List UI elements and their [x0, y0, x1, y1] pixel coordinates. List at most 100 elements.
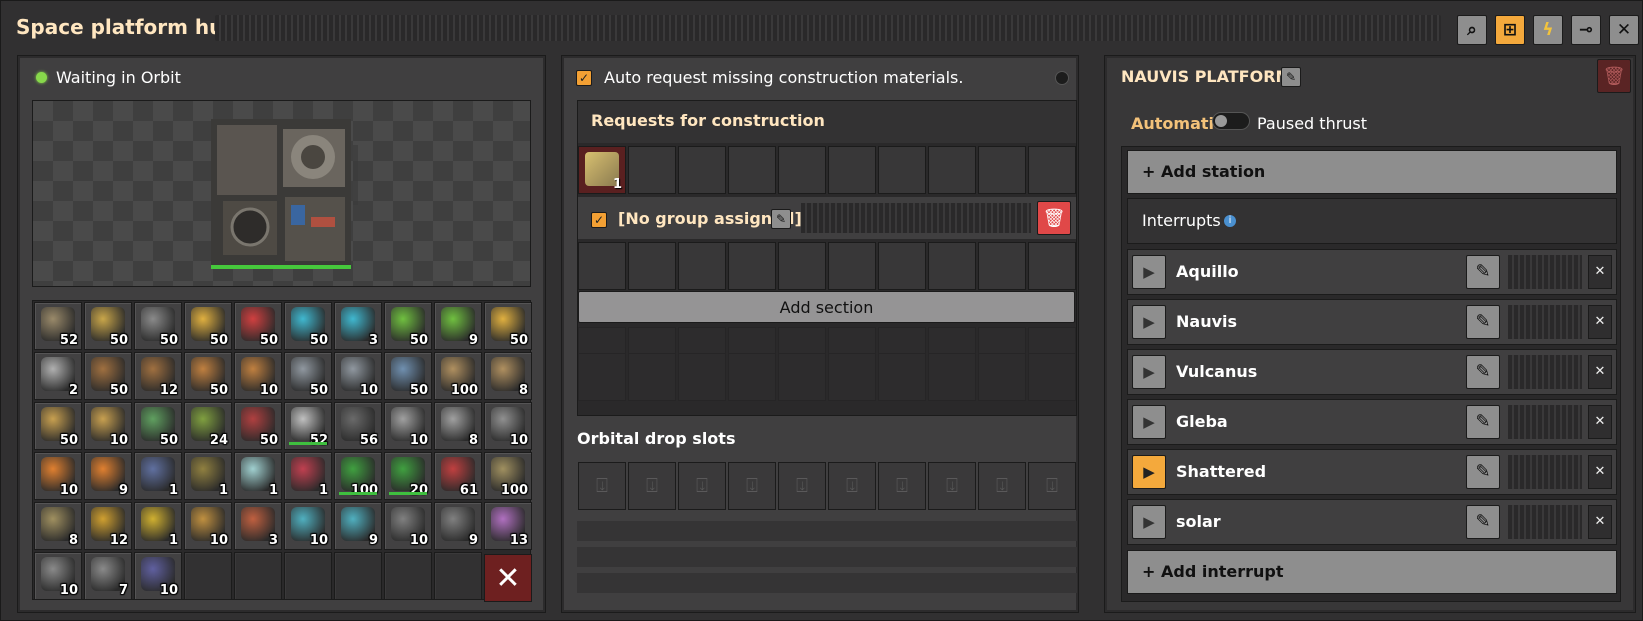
- request-slot[interactable]: [628, 242, 676, 290]
- request-slot[interactable]: [1028, 242, 1076, 290]
- inventory-slot[interactable]: 12: [134, 352, 182, 400]
- inventory-slot[interactable]: 3: [334, 302, 382, 350]
- inventory-slot[interactable]: 52: [34, 302, 82, 350]
- interrupt-drag-handle[interactable]: [1508, 405, 1582, 439]
- delete-platform-button[interactable]: 🗑: [1597, 59, 1631, 93]
- inventory-slot[interactable]: 10: [184, 502, 232, 550]
- remove-interrupt-button[interactable]: ✕: [1588, 355, 1612, 389]
- request-slot[interactable]: [778, 242, 826, 290]
- add-interrupt-button[interactable]: + Add interrupt: [1127, 550, 1617, 594]
- search-button[interactable]: ⌕: [1457, 15, 1487, 45]
- orbital-drop-slot[interactable]: ⍗: [828, 462, 876, 510]
- edit-interrupt-button[interactable]: ✎: [1466, 255, 1500, 289]
- inventory-slot[interactable]: 24: [184, 402, 232, 450]
- add-station-button[interactable]: + Add station: [1127, 150, 1617, 194]
- inventory-slot[interactable]: 50: [134, 402, 182, 450]
- title-drag-handle[interactable]: [215, 15, 1441, 41]
- orbital-drop-slot[interactable]: ⍗: [678, 462, 726, 510]
- request-slot[interactable]: [928, 242, 976, 290]
- remove-interrupt-button[interactable]: ✕: [1588, 455, 1612, 489]
- inventory-slot[interactable]: 10: [484, 402, 532, 450]
- inventory-slot[interactable]: 50: [234, 302, 282, 350]
- inventory-slot[interactable]: 9: [434, 502, 482, 550]
- request-slot[interactable]: [1028, 146, 1076, 194]
- orbital-drop-slot[interactable]: ⍗: [928, 462, 976, 510]
- interrupt-drag-handle[interactable]: [1508, 305, 1582, 339]
- inventory-slot-empty[interactable]: [234, 552, 282, 600]
- request-slot[interactable]: [628, 146, 676, 194]
- request-slot[interactable]: [978, 146, 1026, 194]
- inventory-slot[interactable]: 1: [134, 502, 182, 550]
- inventory-slot[interactable]: 52: [284, 402, 332, 450]
- inventory-slot[interactable]: 61: [434, 452, 482, 500]
- edit-interrupt-button[interactable]: ✎: [1466, 355, 1500, 389]
- orbital-drop-slot[interactable]: ⍗: [978, 462, 1026, 510]
- inventory-slot[interactable]: 50: [184, 302, 232, 350]
- inventory-slot[interactable]: 8: [34, 502, 82, 550]
- inventory-slot[interactable]: 50: [484, 302, 532, 350]
- request-slot[interactable]: [578, 242, 626, 290]
- automatic-toggle[interactable]: [1212, 112, 1250, 130]
- auto-request-radio[interactable]: [1055, 71, 1069, 85]
- inventory-slot[interactable]: 9: [334, 502, 382, 550]
- request-slot[interactable]: [978, 242, 1026, 290]
- inventory-slot[interactable]: 10: [284, 502, 332, 550]
- request-slot[interactable]: [678, 242, 726, 290]
- inventory-slot[interactable]: 1: [134, 452, 182, 500]
- inventory-slot-empty[interactable]: [334, 552, 382, 600]
- inventory-slot[interactable]: 1: [184, 452, 232, 500]
- inventory-slot[interactable]: 13: [484, 502, 532, 550]
- remove-interrupt-button[interactable]: ✕: [1588, 305, 1612, 339]
- remove-interrupt-button[interactable]: ✕: [1588, 405, 1612, 439]
- add-section-button[interactable]: Add section: [578, 291, 1075, 323]
- orbital-drop-slot[interactable]: ⍗: [778, 462, 826, 510]
- edit-interrupt-button[interactable]: ✎: [1466, 305, 1500, 339]
- orbital-drop-slot[interactable]: ⍗: [728, 462, 776, 510]
- remove-interrupt-button[interactable]: ✕: [1588, 505, 1612, 539]
- delete-group-button[interactable]: 🗑: [1037, 201, 1071, 235]
- play-button[interactable]: ▶: [1132, 355, 1166, 389]
- interrupt-drag-handle[interactable]: [1508, 505, 1582, 539]
- inventory-slot[interactable]: 100: [434, 352, 482, 400]
- play-button[interactable]: ▶: [1132, 305, 1166, 339]
- inventory-slot[interactable]: 56: [334, 402, 382, 450]
- interrupt-row[interactable]: ▶ Aquillo ✎ ✕: [1127, 249, 1617, 295]
- interrupt-row[interactable]: ▶ Vulcanus ✎ ✕: [1127, 349, 1617, 395]
- inventory-slot[interactable]: 1: [284, 452, 332, 500]
- remove-interrupt-button[interactable]: ✕: [1588, 255, 1612, 289]
- inventory-slot[interactable]: 50: [284, 352, 332, 400]
- request-slot[interactable]: [928, 146, 976, 194]
- inventory-slot[interactable]: 50: [134, 302, 182, 350]
- interrupt-drag-handle[interactable]: [1508, 355, 1582, 389]
- inventory-slot[interactable]: 50: [384, 352, 432, 400]
- inventory-slot-empty[interactable]: [284, 552, 332, 600]
- play-button[interactable]: ▶: [1132, 455, 1166, 489]
- inventory-slot-empty[interactable]: [434, 552, 482, 600]
- inventory-slot[interactable]: 8: [434, 402, 482, 450]
- request-slot[interactable]: [728, 242, 776, 290]
- logistics-network-button[interactable]: ⊞: [1495, 15, 1525, 45]
- inventory-slot[interactable]: 10: [134, 552, 182, 600]
- inventory-slot[interactable]: 10: [334, 352, 382, 400]
- play-button[interactable]: ▶: [1132, 405, 1166, 439]
- inventory-slot[interactable]: 50: [184, 352, 232, 400]
- inventory-slot[interactable]: 100: [484, 452, 532, 500]
- close-button[interactable]: ✕: [1609, 15, 1639, 45]
- pin-button[interactable]: ⊸: [1571, 15, 1601, 45]
- trash-slot-button[interactable]: ✕: [484, 554, 532, 602]
- inventory-slot[interactable]: 9: [434, 302, 482, 350]
- interrupt-drag-handle[interactable]: [1508, 255, 1582, 289]
- edit-interrupt-button[interactable]: ✎: [1466, 455, 1500, 489]
- interrupt-drag-handle[interactable]: [1508, 455, 1582, 489]
- interrupt-row[interactable]: ▶ Nauvis ✎ ✕: [1127, 299, 1617, 345]
- orbital-drop-slot[interactable]: ⍗: [1028, 462, 1076, 510]
- inventory-slot[interactable]: 10: [234, 352, 282, 400]
- inventory-slot[interactable]: 50: [84, 302, 132, 350]
- request-slot[interactable]: [728, 146, 776, 194]
- platform-preview[interactable]: [32, 100, 531, 287]
- orbital-drop-slot[interactable]: ⍗: [578, 462, 626, 510]
- inventory-slot[interactable]: 1: [234, 452, 282, 500]
- inventory-slot[interactable]: 10: [384, 402, 432, 450]
- request-slot[interactable]: [878, 242, 926, 290]
- inventory-slot[interactable]: 50: [34, 402, 82, 450]
